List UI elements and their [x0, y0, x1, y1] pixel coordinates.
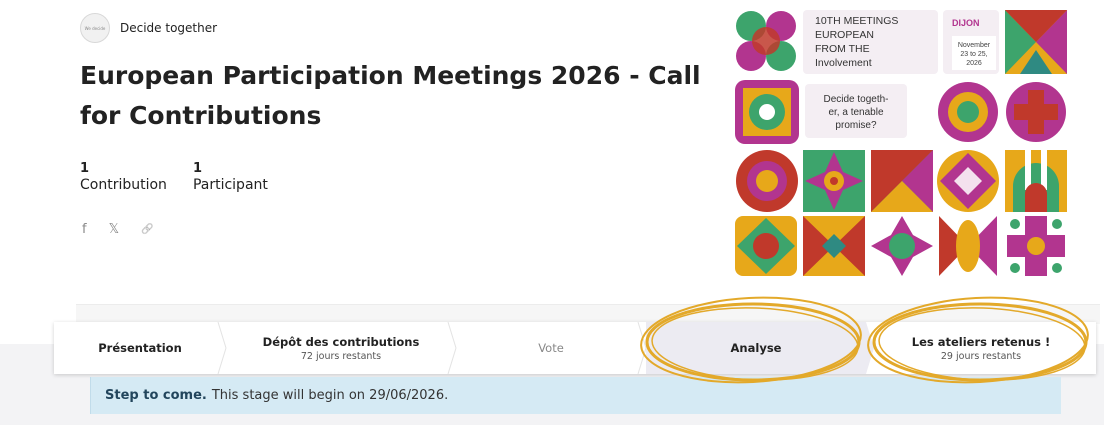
tile-cross-2 [1007, 216, 1065, 276]
tile-ring-1 [735, 80, 799, 144]
banner-mosaic: 10TH MEETINGS EUROPEAN FROM THE Involvem… [735, 10, 1067, 276]
tile-triangles-1 [1005, 10, 1067, 74]
step-depot-remaining: 72 jours restants [300, 350, 382, 362]
step-ateliers-label: Les ateliers retenus ! [911, 334, 1051, 349]
tile-star-burst [803, 150, 865, 212]
organization[interactable]: We decide Decide together [80, 13, 217, 43]
tile-city-date: DIJON November 23 to 25, 2026 [943, 10, 999, 74]
step-vote-label: Vote [538, 341, 564, 355]
link-icon[interactable]: 🔗 [141, 224, 153, 235]
step-ateliers-retenus[interactable]: Les ateliers retenus ! 29 jours restants [866, 322, 1096, 374]
tile-ring-2 [736, 150, 798, 212]
poster-headline-3: FROM THE [815, 43, 870, 55]
organization-logo: We decide [80, 13, 110, 43]
process-steps-nav: Présentation Dépôt des contributions 72 … [54, 322, 1096, 374]
stat-participants-label: Participant [192, 177, 268, 193]
step-separator [447, 322, 457, 374]
notice-strong: Step to come. [105, 388, 207, 403]
stat-participants: 1 Participant [193, 160, 268, 194]
step-analyse-label: Analyse [730, 341, 782, 355]
step-separator [217, 322, 227, 374]
tile-flower-1 [736, 11, 796, 71]
x-icon[interactable]: 𝕏 [109, 222, 119, 237]
steps-backdrop [76, 304, 1100, 324]
step-depot-contributions[interactable]: Dépôt des contributions 72 jours restant… [226, 322, 457, 374]
stat-contributions-count: 1 [80, 161, 90, 176]
stat-contributions: 1 Contribution [80, 160, 167, 194]
page-title: European Participation Meetings 2026 - C… [80, 61, 701, 130]
tile-tagline: Decide togeth- er, a tenable promise? [805, 84, 907, 138]
share-links: f 𝕏 🔗 [82, 222, 154, 237]
tile-stars-ring [938, 82, 998, 142]
tile-star-4 [871, 216, 933, 276]
stat-contributions-label: Contribution [80, 177, 167, 193]
poster-headline-1: 10TH MEETINGS [815, 15, 898, 27]
process-banner-image: 10TH MEETINGS EUROPEAN FROM THE Involvem… [735, 10, 1069, 276]
poster-date-3: 2026 [966, 60, 982, 67]
tile-butterfly [939, 216, 997, 276]
poster-tagline-2: er, a tenable [828, 107, 883, 118]
step-notice: Step to come. This stage will begin on 2… [90, 377, 1061, 414]
poster-headline-4: Involvement [815, 57, 872, 69]
tile-headline: 10TH MEETINGS EUROPEAN FROM THE Involvem… [803, 10, 938, 74]
tile-rhombus [735, 216, 797, 276]
poster-headline-2: EUROPEAN [815, 29, 874, 41]
tile-arches [1005, 150, 1067, 212]
stat-participants-count: 1 [192, 161, 202, 176]
step-analyse[interactable]: Analyse [646, 322, 874, 374]
poster-tagline-3: promise? [835, 120, 877, 131]
step-active-arrow [866, 322, 874, 374]
step-ateliers-remaining: 29 jours restants [940, 350, 1022, 362]
tile-diamond [937, 150, 999, 212]
poster-city: DIJON [952, 18, 980, 28]
tile-hourglass [803, 216, 865, 276]
organization-name[interactable]: Decide together [120, 21, 217, 35]
step-depot-label: Dépôt des contributions [262, 334, 420, 349]
process-stats: 1 Contribution 1 Participant [80, 160, 268, 194]
tile-triangles-2 [871, 150, 933, 212]
notice-text: This stage will begin on 29/06/2026. [211, 388, 449, 403]
organization-logo-text: We decide [84, 25, 106, 31]
facebook-icon[interactable]: f [82, 222, 87, 237]
tile-cross-1 [1006, 82, 1066, 142]
step-presentation-label: Présentation [98, 341, 182, 355]
step-vote[interactable]: Vote [456, 322, 647, 374]
poster-date-1: November [958, 42, 991, 49]
poster-date-2: 23 to 25, [960, 51, 987, 58]
step-separator [637, 322, 647, 374]
step-presentation[interactable]: Présentation [54, 322, 227, 374]
poster-tagline-1: Decide togeth- [823, 94, 888, 105]
